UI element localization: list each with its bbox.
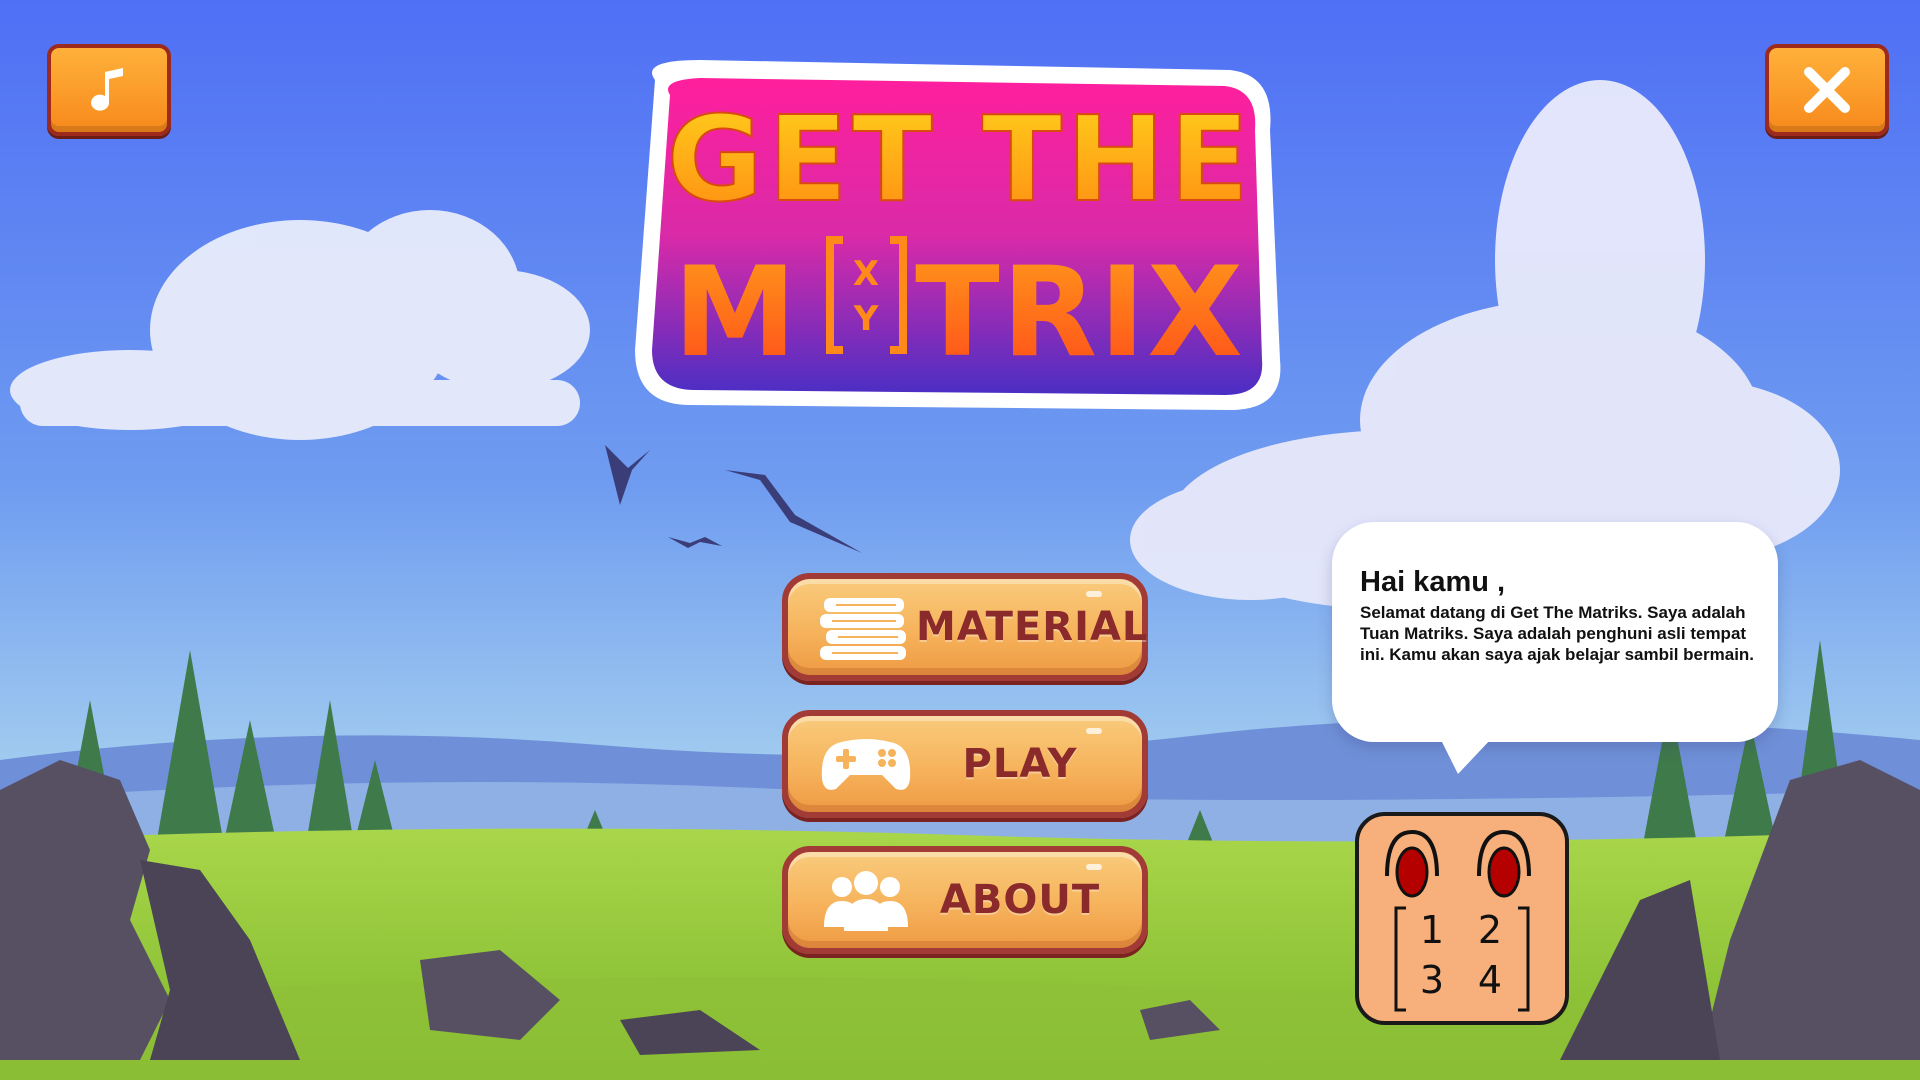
books-icon (820, 598, 906, 660)
speech-bubble-tail (1440, 738, 1492, 774)
greeting-text: Hai kamu , (1360, 566, 1506, 598)
music-toggle-button[interactable] (47, 44, 171, 136)
music-note-icon (91, 68, 123, 111)
about-label: ABOUT (939, 877, 1101, 923)
matrix-cell: 4 (1477, 958, 1503, 1002)
svg-text:X: X (853, 254, 879, 294)
button-shine (1086, 728, 1102, 734)
speech-bubble: Hai kamu , Selamat datang di Get The Mat… (1332, 522, 1778, 774)
close-button[interactable] (1765, 44, 1889, 136)
gamepad-icon (821, 739, 911, 790)
close-x-icon (1804, 67, 1850, 113)
play-button[interactable]: PLAY (782, 710, 1148, 818)
play-label: PLAY (962, 741, 1078, 787)
matrix-cell: 1 (1419, 908, 1445, 952)
about-button[interactable]: ABOUT (782, 846, 1148, 954)
mascot-tuan-matriks: 1 2 3 4 (1355, 812, 1569, 1025)
logo-line-1: GET THE (667, 90, 1254, 228)
button-shine (1086, 591, 1102, 597)
material-button[interactable]: MATERIAL (782, 573, 1148, 681)
matrix-cell: 2 (1477, 908, 1503, 952)
group-icon (824, 871, 908, 931)
mascot-matrix: 1 2 3 4 (1392, 906, 1532, 1012)
mascot-right-eye (1477, 829, 1531, 898)
game-logo: GET THE M X Y TRIX (635, 60, 1281, 410)
svg-text:Y: Y (853, 299, 879, 339)
material-label: MATERIAL (916, 604, 1149, 650)
logo-line-2-end: TRIX (915, 241, 1245, 385)
logo-line-2-start: M (673, 241, 796, 385)
matrix-cell: 3 (1419, 958, 1445, 1002)
welcome-message: Selamat datang di Get The Matriks. Saya … (1360, 603, 1755, 664)
button-shine (1086, 864, 1102, 870)
mascot-left-eye (1385, 829, 1439, 898)
